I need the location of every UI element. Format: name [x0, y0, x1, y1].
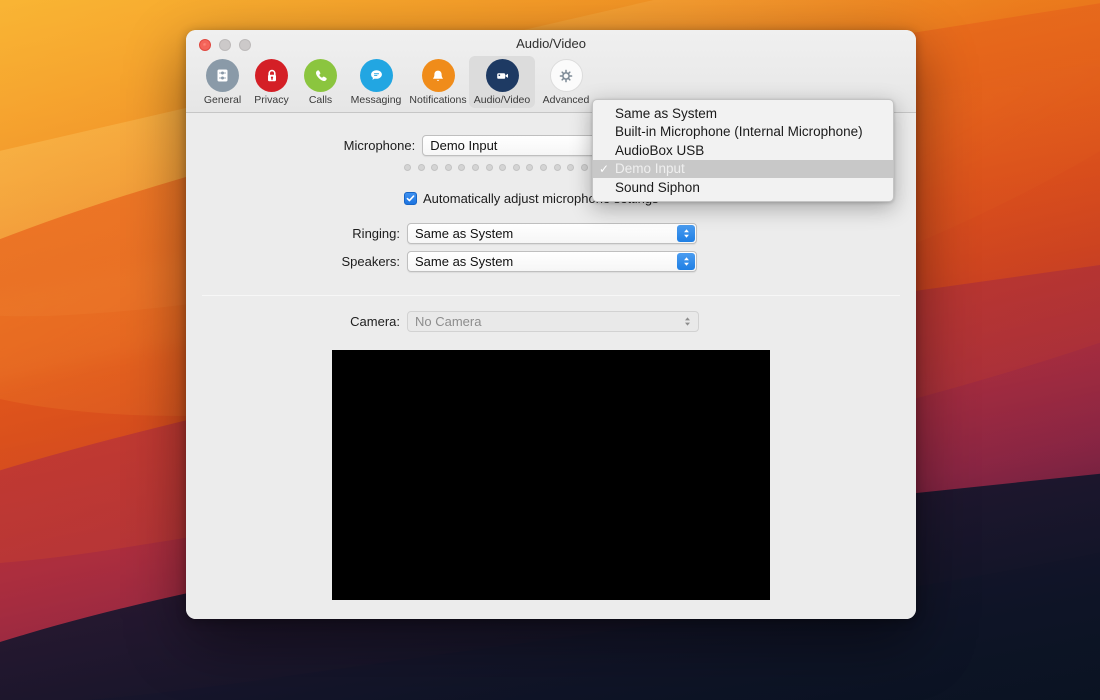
ringing-value: Same as System	[408, 226, 513, 241]
toolbar-item-audio-video[interactable]: Audio/Video	[469, 56, 535, 108]
level-meter-segment	[526, 164, 533, 171]
camera-value: No Camera	[408, 314, 481, 329]
ringing-select[interactable]: Same as System	[407, 223, 697, 244]
ringing-row: Ringing: Same as System	[186, 223, 697, 244]
chevron-up-down-icon	[677, 225, 695, 242]
toolbar-item-label: Audio/Video	[474, 94, 530, 106]
speakers-select[interactable]: Same as System	[407, 251, 697, 272]
camera-label: Camera:	[186, 314, 400, 329]
checkmark-icon: ✓	[593, 125, 615, 139]
menu-item-label: Same as System	[615, 106, 717, 121]
level-meter-segment	[431, 164, 438, 171]
checkmark-icon: ✓	[593, 106, 615, 120]
menu-item-sound-siphon[interactable]: ✓ Sound Siphon	[593, 178, 893, 197]
toolbar-item-calls[interactable]: Calls	[296, 56, 345, 108]
speakers-label: Speakers:	[186, 254, 400, 269]
menu-item-label: AudioBox USB	[615, 143, 704, 158]
level-meter-segment	[458, 164, 465, 171]
toolbar-item-label: Calls	[309, 94, 332, 106]
speakers-row: Speakers: Same as System	[186, 251, 697, 272]
auto-adjust-checkbox[interactable]	[404, 192, 417, 205]
camera-select[interactable]: No Camera	[407, 311, 699, 332]
checkmark-icon: ✓	[593, 180, 615, 194]
lock-icon	[255, 59, 288, 92]
toolbar-item-notifications[interactable]: Notifications	[407, 56, 469, 108]
level-meter-segment	[445, 164, 452, 171]
menu-item-audiobox-usb[interactable]: ✓ AudioBox USB	[593, 141, 893, 160]
toolbar-item-label: Privacy	[254, 94, 288, 106]
toolbar-item-label: Advanced	[543, 94, 590, 106]
checkmark-icon: ✓	[593, 162, 615, 176]
toolbar-item-label: Notifications	[409, 94, 466, 106]
checkmark-icon: ✓	[593, 143, 615, 157]
toolbar-item-advanced[interactable]: Advanced	[535, 56, 597, 108]
level-meter-segment	[499, 164, 506, 171]
menu-item-same-as-system[interactable]: ✓ Same as System	[593, 104, 893, 123]
menu-item-label: Built-in Microphone (Internal Microphone…	[615, 124, 863, 139]
microphone-label: Microphone:	[186, 138, 415, 153]
camera-preview	[332, 350, 770, 600]
level-meter-segment	[404, 164, 411, 171]
menu-item-label: Sound Siphon	[615, 180, 700, 195]
menu-item-label: Demo Input	[615, 161, 685, 176]
window-title: Audio/Video	[186, 36, 916, 51]
speakers-value: Same as System	[408, 254, 513, 269]
ringing-label: Ringing:	[186, 226, 400, 241]
phone-icon	[304, 59, 337, 92]
level-meter-segment	[418, 164, 425, 171]
menu-item-demo-input[interactable]: ✓ Demo Input	[593, 160, 893, 179]
toolbar-item-general[interactable]: General	[198, 56, 247, 108]
level-meter-segment	[472, 164, 479, 171]
level-meter-segment	[540, 164, 547, 171]
level-meter-segment	[554, 164, 561, 171]
level-meter-segment	[513, 164, 520, 171]
toolbar-item-privacy[interactable]: Privacy	[247, 56, 296, 108]
toolbar-item-label: Messaging	[351, 94, 402, 106]
preferences-window: Audio/Video General	[186, 30, 916, 619]
camera-row: Camera: No Camera	[186, 311, 699, 332]
gear-icon	[550, 59, 583, 92]
microphone-dropdown-menu[interactable]: ✓ Same as System ✓ Built-in Microphone (…	[592, 99, 894, 202]
level-meter-segment	[567, 164, 574, 171]
chat-bubble-icon	[360, 59, 393, 92]
chevron-up-down-icon	[677, 253, 695, 270]
toolbar-item-label: General	[204, 94, 241, 106]
sliders-icon	[206, 59, 239, 92]
section-divider	[202, 295, 900, 296]
level-meter-segment	[486, 164, 493, 171]
menu-item-built-in-microphone[interactable]: ✓ Built-in Microphone (Internal Micropho…	[593, 123, 893, 142]
microphone-value: Demo Input	[423, 138, 497, 153]
chevron-up-down-icon	[680, 312, 694, 331]
video-camera-icon	[486, 59, 519, 92]
toolbar-item-messaging[interactable]: Messaging	[345, 56, 407, 108]
level-meter-segment	[581, 164, 588, 171]
bell-icon	[422, 59, 455, 92]
